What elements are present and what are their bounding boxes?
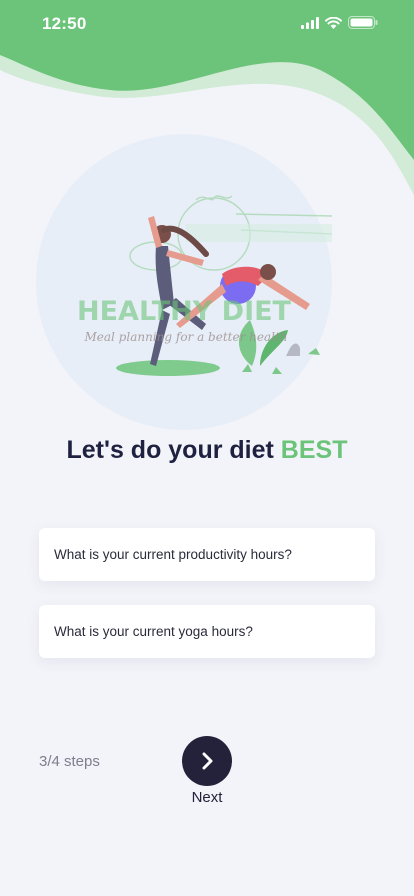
question-label-productivity: What is your current productivity hours? bbox=[54, 547, 292, 562]
next-button[interactable] bbox=[182, 736, 232, 786]
question-card-yoga[interactable]: What is your current yoga hours? bbox=[39, 605, 375, 658]
watermark-title: HEALTHY DIET bbox=[77, 296, 292, 327]
headline: Let's do your diet BEST bbox=[0, 436, 414, 465]
status-time: 12:50 bbox=[42, 14, 87, 33]
headline-text: Let's do your diet bbox=[66, 436, 281, 464]
watermark-subtitle: Meal planning for a better health bbox=[83, 330, 287, 344]
wifi-icon bbox=[325, 16, 342, 29]
battery-icon bbox=[348, 16, 378, 29]
headline-accent: BEST bbox=[280, 436, 348, 464]
question-label-yoga: What is your current yoga hours? bbox=[54, 624, 253, 639]
next-label: Next bbox=[191, 789, 223, 806]
signal-icon bbox=[301, 16, 319, 29]
question-card-productivity[interactable]: What is your current productivity hours? bbox=[39, 528, 375, 581]
hero-illustration: HEALTHY DIET Meal planning for a better … bbox=[36, 134, 332, 430]
step-indicator: 3/4 steps bbox=[39, 753, 100, 770]
status-icons bbox=[301, 16, 378, 29]
chevron-right-icon bbox=[202, 752, 213, 770]
status-bar: 12:50 bbox=[0, 0, 414, 48]
